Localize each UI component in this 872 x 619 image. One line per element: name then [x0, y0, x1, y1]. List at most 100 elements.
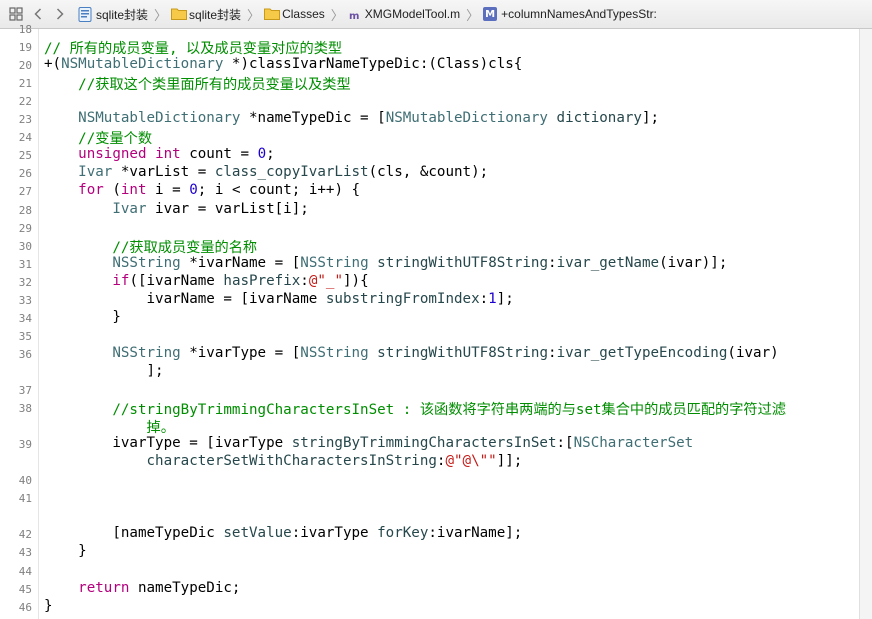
code-token: 掉。 [146, 420, 175, 437]
code-token: NSString [112, 254, 181, 271]
breadcrumb-separator-icon: 〉 [247, 7, 261, 23]
code-token: (ivar) [727, 344, 779, 361]
line-number: 45 [18, 582, 32, 596]
breadcrumb-file[interactable]: m XMGModelTool.m [348, 7, 460, 22]
code-token: : [300, 272, 309, 289]
project-file-icon [78, 7, 92, 22]
code-token: dictionary [556, 110, 642, 127]
code-line: Ivar *varList = class_copyIvarList(cls, … [44, 164, 488, 180]
code-line: //获取成员变量的名称 [44, 237, 257, 257]
related-items-grid-icon[interactable] [8, 6, 24, 22]
code-token: stringWithUTF8String [377, 254, 549, 271]
code-token: ]; [496, 290, 514, 307]
line-number: 43 [18, 546, 32, 560]
breadcrumb-project[interactable]: sqlite封装 [78, 6, 148, 23]
jump-bar: sqlite封装 〉 sqlite封装 〉 Classes 〉 m XMGMod… [0, 0, 872, 29]
code-token: ; i < count; i++) { [197, 182, 361, 199]
code-token: +( [44, 56, 62, 73]
line-number: 36 [18, 347, 32, 361]
code-token: // 所有的成员变量, 以及成员变量对应的类型 [44, 41, 343, 58]
code-token: :[ [556, 435, 574, 452]
code-token: class_copyIvarList [214, 164, 369, 181]
source-editor[interactable]: 18 19 20 21 22 23 24 25 26 27 28 29 30 31 32 33 34 35 36 37… [0, 23, 859, 619]
breadcrumb-method[interactable]: M +columnNamesAndTypesStr: [483, 7, 657, 21]
line-number: 32 [18, 275, 32, 289]
back-arrow-icon[interactable] [30, 5, 46, 23]
code-token: forKey [377, 525, 429, 542]
line-number: 23 [18, 113, 32, 127]
code-token: int [120, 182, 147, 199]
breadcrumb-label: sqlite封装 [189, 7, 242, 22]
code-token: Ivar [78, 164, 113, 181]
code-token: } [44, 597, 53, 614]
code-token: 0 [189, 182, 198, 199]
line-number: 40 [18, 474, 32, 488]
code-token: //变量个数 [78, 131, 153, 148]
line-number: 19 [18, 41, 32, 55]
code-line: // 所有的成员变量, 以及成员变量对应的类型 [44, 38, 342, 58]
breadcrumb-label: Classes [282, 7, 325, 21]
line-number: 39 [18, 438, 32, 452]
code-token: @"@\"" [445, 453, 497, 470]
code-token: nameTypeDic; [129, 579, 241, 596]
code-token: @"_" [308, 272, 343, 289]
code-token: *nameTypeDic = [ [240, 110, 386, 127]
line-number: 21 [18, 77, 32, 91]
forward-arrow-icon[interactable] [52, 5, 68, 23]
line-number: 22 [18, 95, 32, 109]
code-line: //stringByTrimmingCharactersInSet : 该函数将… [44, 399, 786, 419]
code-line: characterSetWithCharactersInString:@"@\"… [44, 453, 523, 470]
line-number: 37 [18, 384, 32, 397]
code-token: ( [103, 182, 121, 199]
line-number: 42 [18, 528, 32, 542]
code-token: int [155, 146, 181, 163]
code-token: ivar_getTypeEncoding [556, 344, 728, 361]
line-number: 46 [18, 600, 32, 614]
code-token: //获取成员变量的名称 [112, 239, 258, 256]
code-token: :ivarName]; [428, 525, 523, 542]
code-token: *varList = [112, 164, 215, 181]
code-line: //变量个数 [44, 128, 152, 148]
code-token: //获取这个类里面所有的成员变量以及类型 [78, 77, 351, 94]
code-token: ivar = varList[i]; [146, 200, 309, 217]
breadcrumb-separator-icon: 〉 [154, 7, 168, 23]
breadcrumb-folder-classes[interactable]: Classes [264, 7, 325, 21]
code-token: ]; [44, 362, 164, 379]
code-token: count = [180, 146, 258, 163]
code-token: for [78, 182, 104, 199]
code-token: //stringByTrimmingCharactersInSet : 该函数将… [112, 402, 786, 419]
code-line: if([ivarName hasPrefix:@"_"]){ [44, 272, 368, 289]
breadcrumb-folder[interactable]: sqlite封装 [171, 6, 241, 23]
breadcrumb-separator-icon: 〉 [466, 7, 480, 23]
code-line: ]; [44, 362, 164, 379]
code-token: i = [146, 182, 190, 199]
code-token: 1 [488, 290, 497, 307]
code-token: unsigned [78, 146, 147, 163]
vertical-scrollbar[interactable] [859, 29, 872, 619]
line-number: 34 [18, 311, 32, 325]
code-line: unsigned int count = 0; [44, 146, 274, 163]
line-number-gutter: 18 19 20 21 22 23 24 25 26 27 28 29 30 31 32 33 34 35 36 37… [0, 23, 39, 619]
code-token: NSCharacterSet [573, 435, 694, 452]
breadcrumb-label: XMGModelTool.m [364, 7, 461, 21]
code-token: substringFromIndex [325, 290, 480, 307]
code-line: return nameTypeDic; [44, 580, 240, 596]
line-number: 27 [18, 185, 32, 199]
code-token: } [44, 543, 87, 560]
code-line: ivarType = [ivarType stringByTrimmingCha… [44, 435, 693, 451]
line-number: 38 [18, 402, 32, 416]
folder-icon [264, 7, 281, 21]
